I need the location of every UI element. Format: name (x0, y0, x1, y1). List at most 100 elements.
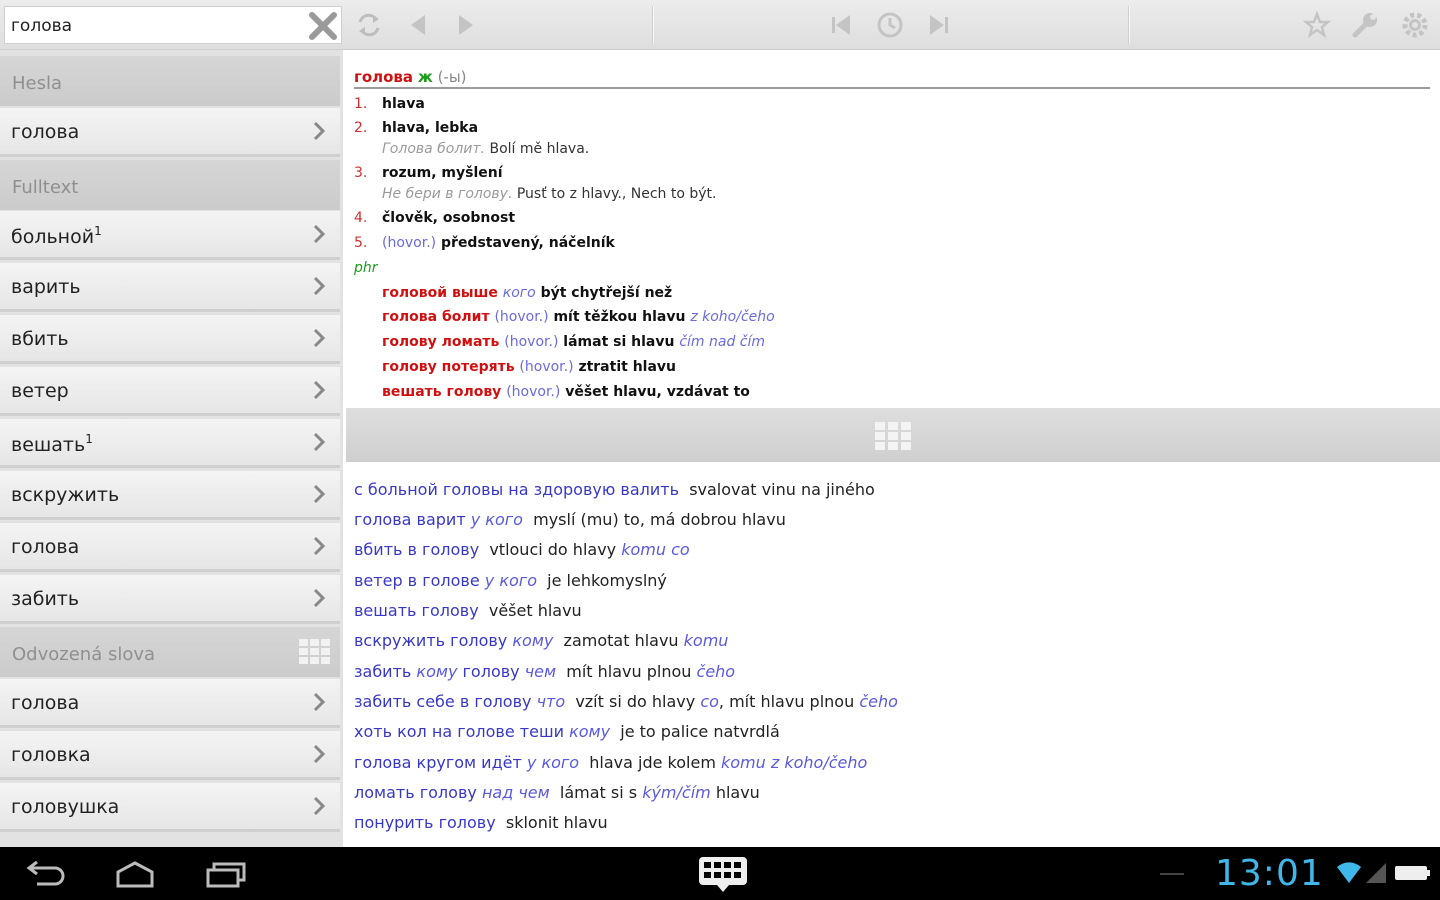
fulltext-row[interactable]: с больной головы на здоровую валить sval… (354, 480, 875, 499)
fulltext-cz-note: čeho (859, 692, 898, 711)
fulltext-cz: je lehkomyslný (547, 571, 667, 590)
fulltext-cz: mít hlavu plnou (566, 662, 692, 681)
tools-button[interactable] (1345, 5, 1385, 45)
fulltext-cz: hlava jde kolem (589, 753, 716, 772)
fulltext-row[interactable]: забить кому голову чем mít hlavu plnou č… (354, 662, 735, 681)
fulltext-ru: хоть кол на голове теши (354, 722, 564, 741)
chevron-right-icon (313, 380, 326, 400)
phrase-cz: být chytřejší než (540, 285, 673, 301)
fulltext-ru-note: у кого (484, 571, 537, 590)
homonym-index: 1 (94, 224, 102, 238)
history-button[interactable] (870, 5, 910, 45)
fulltext-ru-note: кому (512, 631, 554, 650)
fulltext-row[interactable]: голова кругом идёт у кого hlava jde kole… (354, 753, 867, 772)
list-item-label: вешать (11, 434, 86, 456)
swap-button[interactable] (349, 5, 389, 45)
chevron-right-icon (313, 796, 326, 816)
section-header-derived: Odvozená slova (0, 627, 340, 677)
section-title: Odvozená slova (12, 644, 156, 665)
phrase[interactable]: вешать голову (hovor.) věšet hlavu, vzdá… (382, 384, 750, 400)
history-forward-icon (930, 15, 948, 35)
fulltext-cz: , mít hlavu plnou (718, 692, 855, 711)
fulltext-cz: sklonit hlavu (505, 813, 608, 832)
example-cz: Bolí mě hlava. (489, 141, 590, 157)
fulltext-item[interactable]: больной1 (0, 211, 340, 260)
fulltext-ru-note: над чем (481, 783, 550, 802)
fulltext-row[interactable]: хоть кол на голове теши кому je to palic… (354, 722, 780, 741)
gender-label: ж (417, 68, 433, 86)
panel-divider[interactable] (346, 408, 1440, 462)
derived-item[interactable]: головка (0, 731, 340, 780)
fulltext-item[interactable]: ветер (0, 367, 340, 416)
phrase[interactable]: голову потерять (hovor.) ztratit hlavu (382, 359, 676, 375)
fulltext-row[interactable]: ветер в голове у кого je lehkomyslný (354, 571, 667, 590)
fulltext-item[interactable]: голова (0, 523, 340, 572)
list-item-label: голова (11, 536, 80, 558)
nav-back-button[interactable] (20, 856, 70, 892)
fulltext-ru: понурить голову (354, 813, 496, 832)
phrase-tail: čím nad čím (679, 334, 766, 350)
grid-icon[interactable] (874, 420, 912, 452)
favorite-button[interactable] (1297, 5, 1337, 45)
fulltext-results: с больной головы на здоровую валить sval… (346, 462, 1440, 847)
fulltext-cz-note: komu z koho/čeho (721, 753, 868, 772)
nav-recents-button[interactable] (200, 856, 250, 892)
derived-item[interactable]: головушка (0, 783, 340, 832)
phrase-cz: ztratit hlavu (578, 359, 676, 375)
fulltext-row[interactable]: ломать голову над чем lámat si s kým/čím… (354, 783, 760, 802)
fulltext-cz: vtlouci do hlavy (489, 540, 617, 559)
register-note: (hovor.) (382, 235, 437, 251)
fulltext-row[interactable]: вбить в голову vtlouci do hlavy komu co (354, 540, 690, 559)
fulltext-row[interactable]: забить себе в голову что vzít si do hlav… (354, 692, 898, 711)
nav-home-button[interactable] (110, 856, 160, 892)
example-ru: Не бери в голову. (382, 186, 513, 202)
list-item-label: головка (11, 744, 91, 766)
fulltext-ru: забить себе в голову (354, 692, 532, 711)
sense-example: Не бери в голову. Pusť to z hlavy., Nech… (382, 186, 716, 202)
forward-button[interactable] (446, 5, 486, 45)
derived-item[interactable]: голова (0, 679, 340, 728)
history-forward-button[interactable] (918, 5, 958, 45)
sense-text: hlava (382, 96, 425, 112)
homonym-index: 1 (85, 432, 93, 446)
search-input[interactable] (11, 15, 291, 37)
phrase-tail: z koho/čeho (690, 309, 775, 325)
back-button[interactable] (398, 5, 438, 45)
phrase-cz: věšet hlavu, vzdávat to (565, 384, 750, 400)
list-item-label: варить (11, 276, 81, 298)
fulltext-cz-note: čeho (696, 662, 736, 681)
status-clock[interactable]: 13:01 (1215, 853, 1324, 894)
list-item-label: головушка (11, 796, 120, 818)
fulltext-row[interactable]: голова варит у кого myslí (mu) to, má do… (354, 510, 786, 529)
keyboard-button[interactable] (695, 856, 751, 892)
fulltext-item[interactable]: вскружить (0, 471, 340, 520)
fulltext-item[interactable]: варить (0, 263, 340, 312)
phrase[interactable]: головой выше кого být chytřejší než (382, 285, 672, 301)
fulltext-ru: с больной головы на здоровую валить (354, 480, 680, 499)
sense-number: 4. (354, 210, 368, 226)
chevron-right-icon (313, 536, 326, 556)
grid-icon[interactable] (298, 637, 332, 667)
fulltext-cz-note: komu co (621, 540, 690, 559)
fulltext-row[interactable]: понурить голову sklonit hlavu (354, 813, 608, 832)
fulltext-item[interactable]: вбить (0, 315, 340, 364)
search-box[interactable] (4, 6, 342, 44)
clear-search-button[interactable] (305, 9, 341, 43)
phrase[interactable]: голову ломать (hovor.) lámat si hlavu čí… (382, 334, 765, 350)
section-title: Fulltext (12, 177, 79, 198)
fulltext-item[interactable]: забить (0, 575, 340, 624)
list-item-label: вскружить (11, 484, 120, 506)
notification-indicator[interactable] (1160, 873, 1184, 875)
fulltext-item[interactable]: вешать1 (0, 419, 340, 468)
toolbar-separator (652, 6, 654, 44)
sense-example: Голова болит. Bolí mě hlava. (382, 141, 589, 157)
phrase[interactable]: голова болит (hovor.) mít těžkou hlavu z… (382, 309, 775, 325)
hesla-item[interactable]: голова (0, 108, 340, 157)
fulltext-row[interactable]: вешать голову věšet hlavu (354, 601, 582, 620)
chevron-right-icon (313, 121, 326, 141)
nav-recents-icon (206, 862, 246, 888)
settings-button[interactable] (1395, 5, 1435, 45)
section-header-hesla: Hesla (0, 56, 340, 106)
fulltext-row[interactable]: вскружить голову кому zamotat hlavu komu (354, 631, 728, 650)
history-back-button[interactable] (822, 5, 862, 45)
